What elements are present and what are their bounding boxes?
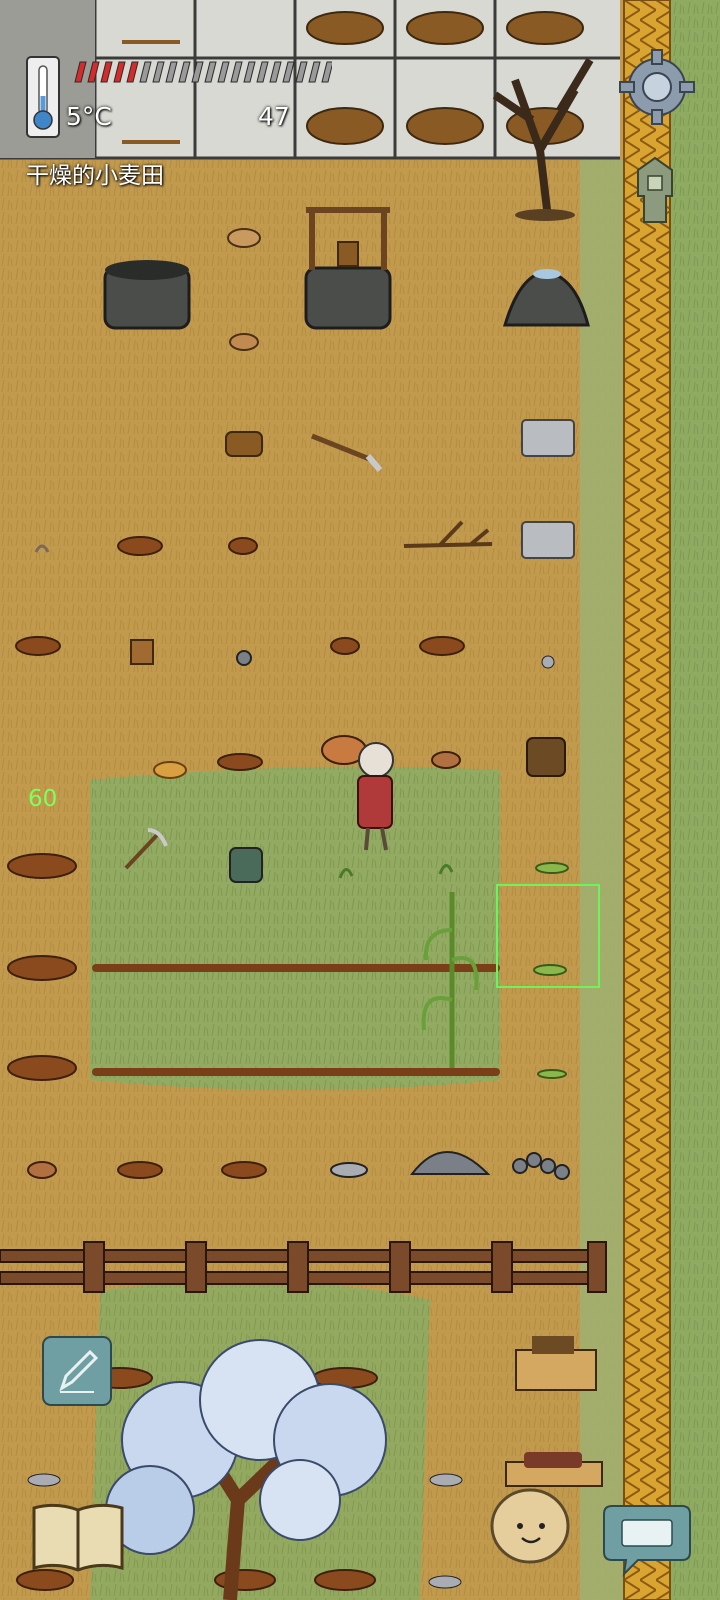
hunger-pip xyxy=(126,61,139,83)
stone-well[interactable] xyxy=(103,260,191,330)
hunger-pip xyxy=(165,61,178,83)
clay-plate-stack[interactable] xyxy=(227,228,261,248)
green-grass-patch xyxy=(90,766,500,1090)
tech-tree-icon[interactable] xyxy=(632,156,678,226)
thermometer-icon xyxy=(26,56,60,138)
yum-bonus-counter: 60 xyxy=(28,786,58,812)
hunger-pip xyxy=(178,61,191,83)
gear-icon[interactable] xyxy=(618,48,696,126)
hunger-pip xyxy=(191,61,204,83)
far-right-grass xyxy=(670,0,720,1600)
rope-border xyxy=(623,0,671,1600)
basket[interactable] xyxy=(225,431,263,457)
keyboard-icon[interactable] xyxy=(602,1502,692,1578)
location-label: 干燥的小麦田 xyxy=(26,163,164,189)
bowl-of-berries[interactable] xyxy=(431,751,461,769)
hunger-pip xyxy=(113,61,126,83)
flat-stone-stack-2[interactable] xyxy=(521,521,575,559)
hunger-pip xyxy=(256,61,269,83)
hunger-pip xyxy=(230,61,243,83)
emote-face-icon[interactable] xyxy=(486,1482,574,1568)
hunger-pip xyxy=(295,61,308,83)
backpack[interactable] xyxy=(229,847,263,883)
recipe-book-icon[interactable] xyxy=(30,1500,126,1574)
temperature-readout: 5°C xyxy=(66,102,112,131)
hunger-pip xyxy=(269,61,282,83)
hunger-pip xyxy=(204,61,217,83)
hunger-pip xyxy=(217,61,230,83)
food-value: 47 xyxy=(258,102,290,131)
hunger-pip xyxy=(243,61,256,83)
hunger-pip xyxy=(74,61,87,83)
hunger-pip xyxy=(100,61,113,83)
tile-selection-box xyxy=(496,884,600,988)
clay-bowl[interactable] xyxy=(229,333,259,351)
hunger-pip xyxy=(308,61,321,83)
flat-stone-stack[interactable] xyxy=(521,419,575,457)
seed-pile[interactable] xyxy=(153,761,187,779)
wooden-bucket[interactable] xyxy=(130,639,154,665)
hunger-meter xyxy=(74,61,332,83)
pencil-icon[interactable] xyxy=(42,1336,112,1406)
hunger-pip xyxy=(152,61,165,83)
bowl-of-gooseberries[interactable] xyxy=(27,1161,57,1179)
hunger-pip xyxy=(139,61,152,83)
hunger-pip xyxy=(87,61,100,83)
hunger-pip xyxy=(282,61,295,83)
large-basket[interactable] xyxy=(526,737,566,777)
hunger-pip xyxy=(321,61,332,83)
